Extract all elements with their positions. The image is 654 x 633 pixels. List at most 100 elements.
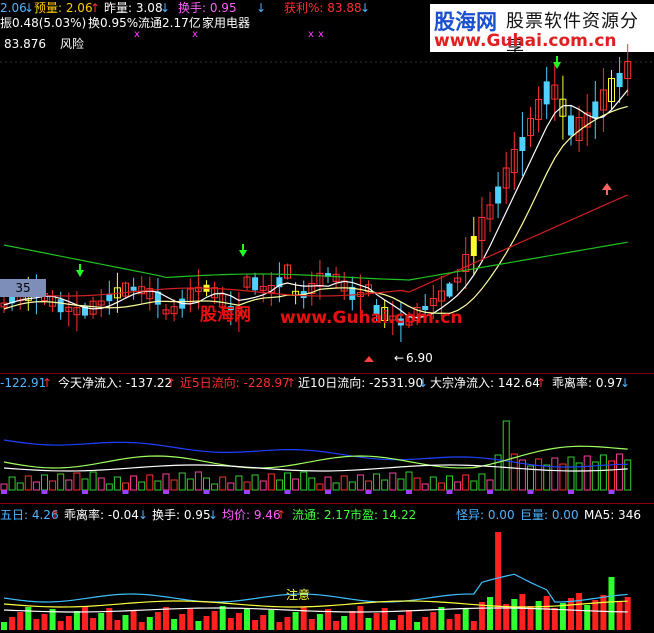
flow-bar: [32, 481, 40, 491]
volume-bar: [235, 613, 242, 630]
volume-line-white: [3, 607, 628, 613]
volume-bar: [252, 620, 259, 630]
flow-bar: [267, 473, 275, 491]
volume-line-yellow: [3, 600, 628, 608]
volume-bar: [154, 612, 161, 630]
flow-bar: [81, 478, 89, 491]
volume-bar: [203, 616, 210, 630]
flow-bar-negative: [325, 490, 331, 494]
flow-bar-negative: [82, 490, 88, 494]
flow-bar: [470, 480, 478, 491]
candle-body: [568, 115, 574, 136]
bias-ratio-2: 乖离率: -0.04: [64, 508, 139, 522]
volume-bar: [90, 618, 97, 630]
candle-body: [470, 236, 477, 256]
flow-bar: [284, 472, 291, 491]
flow-bar: [518, 459, 526, 491]
flow-bar: [340, 475, 348, 491]
flow-bar: [194, 471, 202, 491]
flow-bar-negative: [122, 490, 129, 494]
turnover-2: 换手: 0.95: [152, 508, 211, 522]
flow-bar: [154, 480, 162, 491]
flow-bar: [421, 483, 429, 491]
volume-bar: [535, 601, 542, 630]
flow-bar: [57, 473, 65, 491]
flow-bar: [251, 474, 259, 491]
flow-bar: [203, 477, 210, 491]
volume-bar: [98, 613, 105, 630]
volume-bar: [146, 617, 153, 630]
volume-bar: [219, 606, 226, 630]
buy-signal-arrow: [553, 62, 561, 69]
volume-bar: [592, 600, 599, 630]
average-price: 均价: 9.46: [222, 508, 281, 522]
flow-bar: [405, 471, 413, 491]
volume-bar: [397, 615, 404, 630]
flow-arrow: ↑: [286, 376, 297, 390]
volume-bar: [543, 596, 550, 630]
low-price-label: 6.90: [406, 351, 433, 365]
flow-bar: [259, 480, 267, 491]
volume-bar: [576, 593, 583, 630]
flow-bar-negative: [365, 490, 372, 494]
volume-bar: [365, 618, 372, 630]
volume-bar: [114, 620, 121, 630]
flow-bar: [429, 476, 437, 491]
volume-bar: [568, 598, 574, 630]
bias-ratio: 乖离率: 0.97: [552, 376, 623, 390]
ma-line-red: [3, 194, 628, 297]
flow-bar: [105, 483, 113, 491]
flow-bar: [130, 475, 138, 491]
volume-bar: [495, 532, 502, 630]
flow-bar: [365, 480, 372, 491]
flow-bar: [97, 477, 105, 491]
flow-arrow: ↓: [418, 376, 429, 390]
flow-bar: [348, 481, 356, 491]
volume-bar: [227, 618, 234, 630]
candle-body: [495, 186, 502, 204]
flow-bar: [300, 471, 308, 491]
stat-arrow: ↑: [50, 508, 61, 522]
flow-bar: [316, 483, 324, 491]
flow-bar: [243, 481, 251, 491]
volume-bar: [373, 613, 380, 630]
volume-bar: [349, 611, 356, 630]
flow-arrow: ↓: [620, 376, 631, 390]
flow-arrow: ↑: [536, 376, 547, 390]
flow-bar: [551, 457, 559, 491]
float-value: 流通: 2.17: [292, 508, 351, 522]
flow-bar-negative: [608, 490, 615, 494]
flow-bar: [235, 475, 243, 491]
flow-bar-negative: [203, 490, 210, 494]
volume-bar: [57, 621, 64, 630]
ma-line-white: [3, 89, 629, 319]
candle-body: [252, 277, 259, 291]
buy-signal-arrow: [239, 250, 247, 257]
candle-body: [519, 137, 526, 151]
volume-bar: [65, 616, 72, 630]
flow-bar: [16, 482, 24, 491]
flow-bar: [332, 482, 340, 491]
volume-bar: [179, 614, 186, 630]
volume-bar: [624, 597, 631, 630]
volume-bar: [551, 608, 558, 630]
volume-bar: [511, 599, 518, 630]
volume-bar: [316, 614, 323, 630]
anomaly-value: 怪异: 0.00: [456, 508, 515, 522]
flow-bar-negative: [163, 490, 169, 494]
ten-day-flow: 近10日流向: -2531.90: [298, 376, 424, 390]
stat-arrow: ↑: [276, 508, 287, 522]
candle-body: [106, 294, 113, 302]
low-arrow: ←: [394, 351, 405, 365]
flow-bar: [170, 479, 178, 491]
flow-bar: [219, 476, 227, 491]
today-net-inflow: 今天净流入: -137.22: [58, 376, 173, 390]
flow-bar: [8, 476, 16, 491]
panel-divider: [0, 373, 654, 374]
flow-value: -122.91: [0, 376, 47, 390]
flow-bar: [381, 479, 389, 491]
flow-bar: [437, 482, 445, 491]
watermark-name: 股海网: [200, 305, 251, 325]
flow-bar-negative: [41, 490, 48, 494]
flow-bar: [24, 475, 32, 491]
